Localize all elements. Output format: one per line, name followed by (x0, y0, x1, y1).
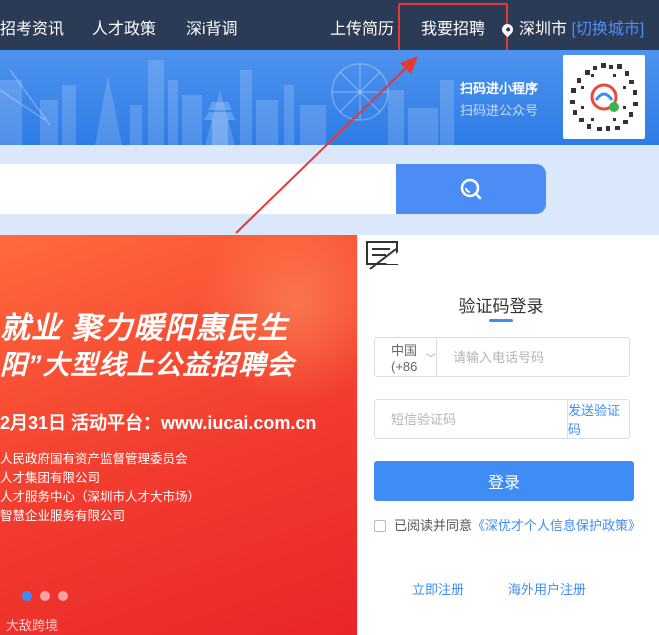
carousel-indicators (22, 591, 68, 601)
promo-organizer: 人才集团有限公司 (0, 471, 101, 485)
search-icon (460, 178, 482, 200)
phone-field-group: 中国(+86 ﹀ (374, 337, 630, 377)
overseas-register-link[interactable]: 海外用户注册 (508, 579, 586, 598)
qr-mini-program-label: 扫码进小程序 (460, 81, 539, 96)
promo-date-platform: 2月31日 活动平台：www.iucai.com.cn (0, 413, 317, 433)
chevron-down-icon: ﹀ (426, 353, 436, 365)
login-title: 验证码登录 (458, 297, 544, 316)
carousel-dot[interactable] (58, 591, 68, 601)
agreement-row: 已阅读并同意《深优才个人信息保护政策》 (374, 515, 644, 536)
login-panel: 验证码登录 中国(+86 ﹀ 发送验证码 登录 已阅读并同意《深优才个人信息保护… (358, 235, 659, 635)
nav-item-talent-policy[interactable]: 人才政策 (92, 15, 156, 39)
mini-program-qr-code (563, 55, 645, 139)
carousel-dot[interactable] (40, 591, 50, 601)
country-code-value: 中国(+86 (391, 343, 418, 374)
privacy-policy-link[interactable]: 《深优才个人信息保护政策》 (472, 518, 641, 533)
promo-organizer: 人才服务中心（深圳市人才大市场） (0, 490, 201, 504)
agree-text: 已阅读并同意 (394, 518, 473, 533)
recruit-highlight-box (398, 3, 508, 53)
switch-city-link[interactable]: [切换城市] (571, 21, 644, 38)
nav-item-exam-news[interactable]: 招考资讯 (0, 15, 64, 39)
current-city: 深圳市 (519, 21, 568, 38)
top-nav: 招考资讯 人才政策 深i背调 上传简历 我要招聘 深圳市 [切换城市] (0, 0, 659, 53)
register-link[interactable]: 立即注册 (412, 579, 464, 598)
sms-code-field-group: 发送验证码 (374, 399, 630, 439)
promo-headline: 就业 聚力暖阳惠民生 (0, 312, 289, 345)
qr-code-icon (570, 63, 638, 131)
search-button[interactable] (396, 164, 546, 214)
watermark: 大敌跨境 (6, 618, 59, 633)
agree-checkbox[interactable] (374, 520, 386, 532)
login-button[interactable]: 登录 (374, 461, 634, 501)
promo-organizer: 人民政府国有资产监督管理委员会 (0, 452, 188, 466)
sms-code-input[interactable] (375, 400, 567, 438)
job-fair-promo-banner[interactable]: 就业 聚力暖阳惠民生 阳”大型线上公益招聘会 2月31日 活动平台：www.iu… (0, 235, 357, 635)
title-underline (489, 319, 513, 322)
qr-official-account-label: 扫码进公众号 (460, 103, 539, 118)
nav-item-upload-resume[interactable]: 上传简历 (330, 15, 394, 39)
city-banner: 扫码进小程序 扫码进公众号 (0, 50, 659, 145)
location-pin-icon (499, 21, 516, 38)
promo-subheadline: 阳”大型线上公益招聘会 (0, 350, 295, 380)
country-code-select[interactable]: 中国(+86 ﹀ (375, 338, 437, 376)
promo-organizer: 智慧企业服务有限公司 (0, 509, 126, 523)
phone-input[interactable] (437, 338, 629, 376)
search-input[interactable] (0, 164, 398, 214)
carousel-dot[interactable] (22, 591, 32, 601)
qr-login-toggle-icon[interactable] (366, 241, 400, 271)
city-skyline-illustration (0, 60, 454, 145)
send-code-button[interactable]: 发送验证码 (567, 400, 629, 438)
nav-item-background-check[interactable]: 深i背调 (186, 15, 238, 39)
city-selector[interactable]: 深圳市 [切换城市] (499, 15, 644, 39)
